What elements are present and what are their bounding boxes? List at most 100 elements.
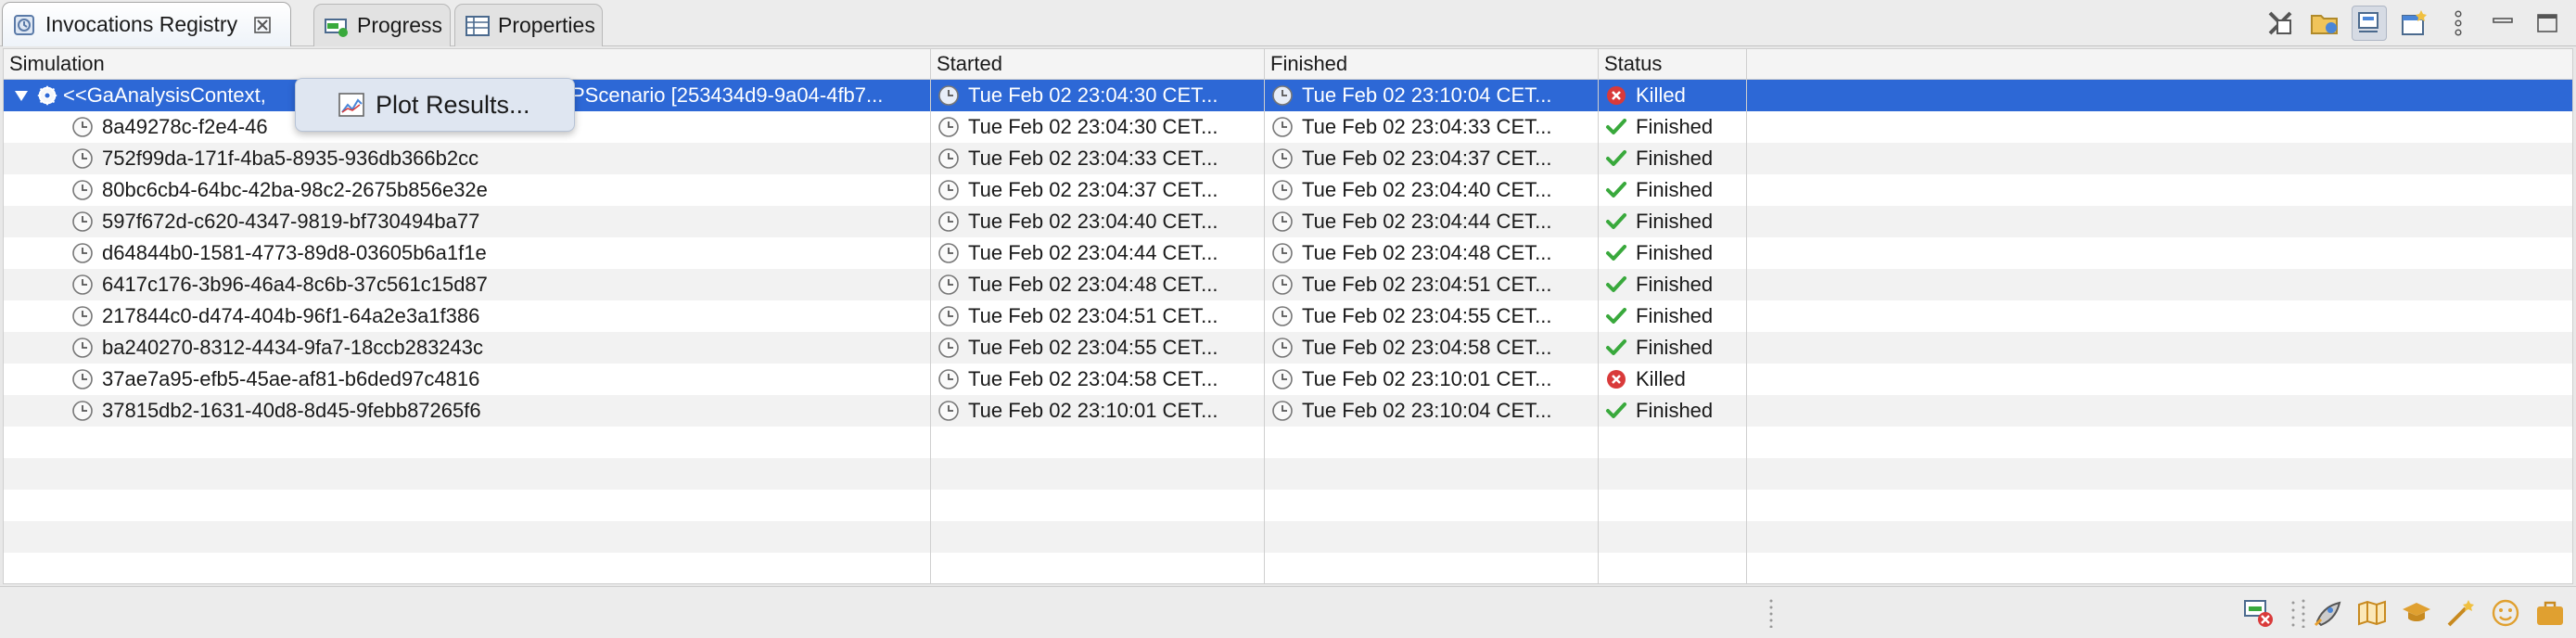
status-text: Finished [1636,210,1714,233]
minimize-icon[interactable] [2485,6,2520,41]
status-bar-grip[interactable] [1769,598,1773,629]
rocket-icon[interactable] [2311,596,2344,630]
magic-wand-icon[interactable] [2444,596,2478,630]
clock-icon [70,178,95,202]
column-header-simulation[interactable]: Simulation [4,49,931,79]
finished-time: Tue Feb 02 23:04:58 CET... [1302,336,1552,359]
table-row[interactable]: d64844b0-1581-4773-89d8-03605b6a1f1e Tue … [4,237,2572,269]
empty-row [4,458,2572,490]
started-cell: Tue Feb 02 23:04:51 CET... [937,300,1261,332]
tab-label: Properties [498,13,595,37]
clock-icon [70,273,95,297]
clock-icon [70,115,95,139]
remove-terminated-icon[interactable] [2263,6,2298,41]
context-menu: Plot Results... [295,78,575,132]
tab-invocations-registry[interactable]: Invocations Registry [2,2,291,46]
killed-icon [1604,83,1628,108]
table-row[interactable]: 597f672d-c620-4347-9819-bf730494ba77 Tue … [4,206,2572,237]
simulation-name: 8a49278c-f2e4-46 [102,115,268,138]
table-row[interactable]: 6417c176-3b96-46a4-8c6b-37c561c15d87 Tue … [4,269,2572,300]
clock-icon [937,83,961,108]
clock-icon [70,336,95,360]
empty-row [4,553,2572,583]
briefcase-icon[interactable] [2533,596,2567,630]
simulation-name: 37815db2-1631-40d8-8d45-9febb87265f6 [102,399,481,422]
face-icon[interactable] [2489,596,2522,630]
finished-cell: Tue Feb 02 23:10:04 CET... [1270,80,1595,111]
status-text: Finished [1636,147,1714,170]
simulation-name-tail: PScenario [253434d9-9a04-4fb7... [571,83,884,107]
started-cell: Tue Feb 02 23:04:30 CET... [937,80,1261,111]
clock-icon [937,147,961,171]
status-cell: Killed [1604,364,1743,395]
finished-time: Tue Feb 02 23:04:55 CET... [1302,304,1552,327]
finished-time: Tue Feb 02 23:04:44 CET... [1302,210,1552,233]
started-cell: Tue Feb 02 23:04:55 CET... [937,332,1261,364]
finished-time: Tue Feb 02 23:04:37 CET... [1302,147,1552,170]
toggle-view-icon[interactable] [2352,6,2387,41]
new-window-icon[interactable] [2396,6,2431,41]
status-bar [0,586,2576,638]
clock-icon [1270,399,1294,423]
clock-icon [70,399,95,423]
clock-icon [70,304,95,328]
finished-time: Tue Feb 02 23:10:04 CET... [1302,83,1552,107]
check-icon [1604,241,1628,265]
started-cell: Tue Feb 02 23:10:01 CET... [937,395,1261,427]
column-divider [930,49,931,583]
simulation-cell: 752f99da-171f-4ba5-8935-936db366b2cc [70,143,927,174]
table-row[interactable]: 217844c0-d474-404b-96f1-64a2e3a1f386 Tue … [4,300,2572,332]
status-text: Killed [1636,367,1686,390]
table-row[interactable]: 80bc6cb4-64bc-42ba-98c2-2675b856e32e Tue … [4,174,2572,206]
status-text: Finished [1636,115,1714,138]
close-icon[interactable] [250,13,274,37]
maximize-icon[interactable] [2530,6,2565,41]
clock-icon [937,210,961,234]
map-icon[interactable] [2355,596,2389,630]
column-header-finished[interactable]: Finished [1265,49,1599,79]
column-header-started[interactable]: Started [931,49,1265,79]
status-text: Finished [1636,399,1714,422]
clock-icon [1270,367,1294,391]
clock-icon [1270,178,1294,202]
finished-time: Tue Feb 02 23:10:01 CET... [1302,367,1552,390]
finished-cell: Tue Feb 02 23:04:51 CET... [1270,269,1595,300]
progress-icon [324,13,350,39]
clock-icon [1270,241,1294,265]
column-divider [1264,49,1265,583]
column-header-status[interactable]: Status [1599,49,1747,79]
status-text: Finished [1636,304,1714,327]
status-cell: Finished [1604,111,1743,143]
table-row[interactable]: 37ae7a95-efb5-45ae-af81-b6ded97c4816 Tue … [4,364,2572,395]
finished-time: Tue Feb 02 23:04:33 CET... [1302,115,1552,138]
table-row[interactable]: 752f99da-171f-4ba5-8935-936db366b2cc Tue … [4,143,2572,174]
status-text: Finished [1636,336,1714,359]
cancel-jobs-icon[interactable] [2242,596,2276,630]
tab-properties[interactable]: Properties [454,4,603,46]
clock-icon [937,115,961,139]
table-row[interactable]: 37815db2-1631-40d8-8d45-9febb87265f6 Tue … [4,395,2572,427]
clock-icon [937,273,961,297]
tab-progress[interactable]: Progress [313,4,451,46]
status-bar-icons [2242,595,2567,631]
started-time: Tue Feb 02 23:04:40 CET... [968,210,1218,233]
tab-label: Progress [357,13,443,37]
view-menu-icon[interactable] [2441,6,2476,41]
finished-time: Tue Feb 02 23:04:48 CET... [1302,241,1552,264]
menu-item-plot-results[interactable]: Plot Results... [376,91,530,120]
simulation-cell: 217844c0-d474-404b-96f1-64a2e3a1f386 [70,300,927,332]
graduation-cap-icon[interactable] [2400,596,2433,630]
simulation-name: <<GaAnalysisContext, [63,83,266,107]
started-cell: Tue Feb 02 23:04:40 CET... [937,206,1261,237]
finished-cell: Tue Feb 02 23:10:01 CET... [1270,364,1595,395]
empty-row [4,427,2572,458]
table-row[interactable]: ba240270-8312-4434-9fa7-18ccb283243c Tue … [4,332,2572,364]
check-icon [1604,210,1628,234]
open-folder-icon[interactable] [2307,6,2342,41]
clock-icon [937,178,961,202]
registry-icon [12,12,38,38]
expand-twisty-icon[interactable] [11,83,32,108]
view-tab-bar: Invocations Registry Progress Properties [0,0,2576,46]
clock-icon [1270,273,1294,297]
status-cell: Finished [1604,269,1743,300]
